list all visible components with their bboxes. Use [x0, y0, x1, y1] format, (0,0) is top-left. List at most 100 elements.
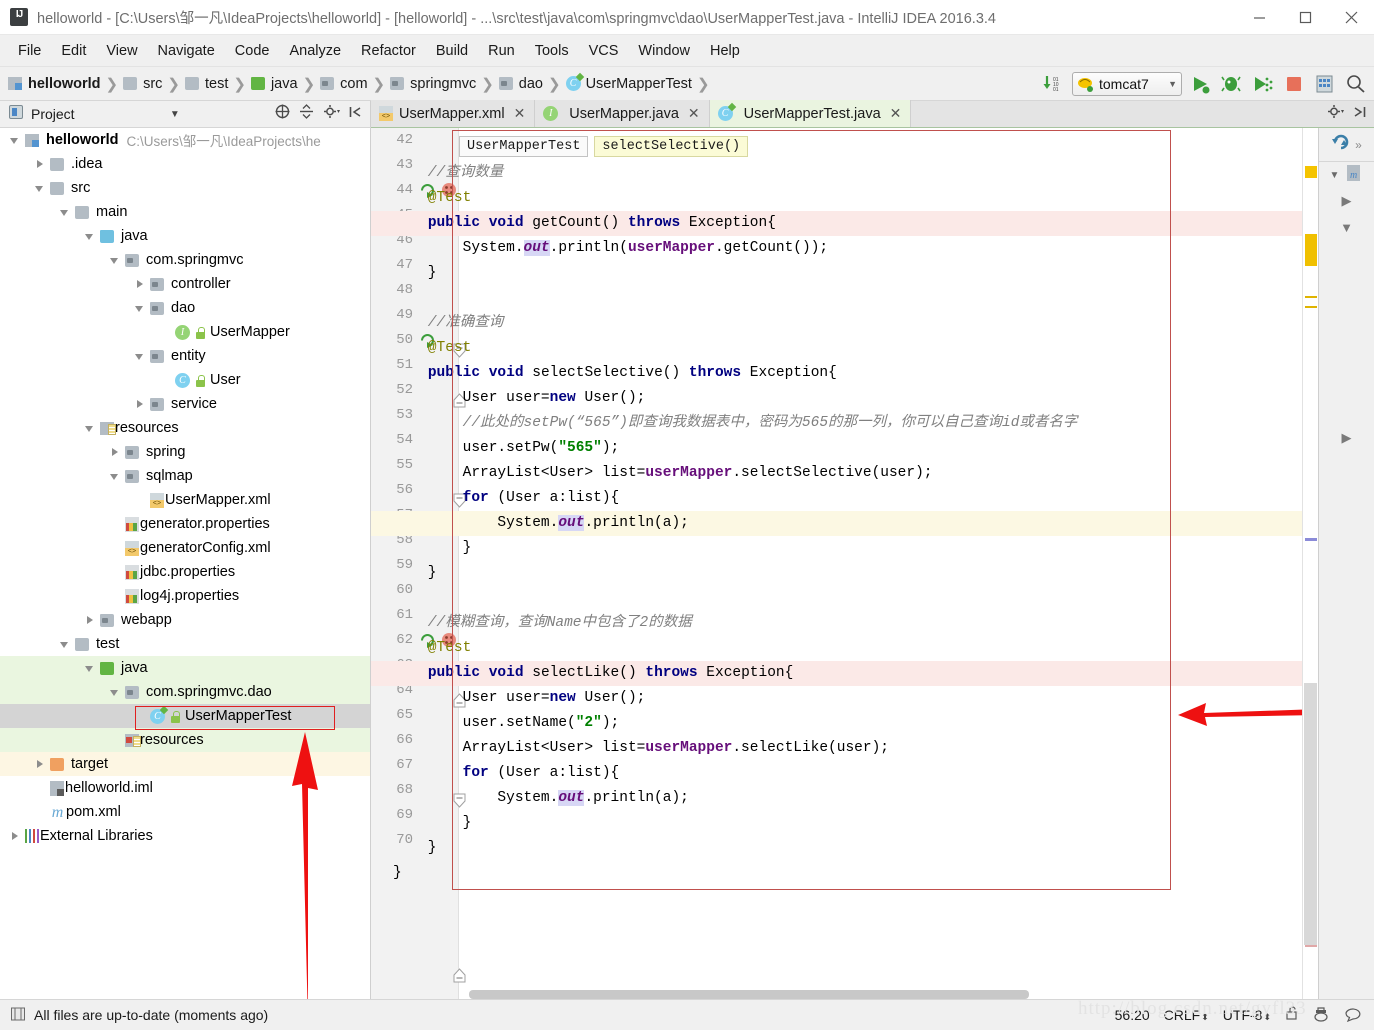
caret-position[interactable]: 56:20	[1115, 1007, 1150, 1023]
chevron-right-icon[interactable]: ▶	[1342, 193, 1352, 209]
tree-row-entity[interactable]: entity	[0, 344, 370, 368]
code-line-65[interactable]: ArrayList<User> list=userMapper.selectLi…	[371, 736, 1302, 761]
run-with-coverage-icon[interactable]	[1251, 72, 1275, 96]
menu-analyze[interactable]: Analyze	[279, 40, 351, 62]
editor-vertical-scrollbar[interactable]	[1304, 683, 1317, 945]
tree-toggle-closed-icon[interactable]	[33, 157, 47, 171]
code-line-48[interactable]: //准确查询	[371, 311, 1302, 336]
chevron-right-icon[interactable]: ▶	[1342, 430, 1352, 446]
chevron-down-icon[interactable]: ▼	[1330, 170, 1340, 181]
tab-close-icon[interactable]: ✕	[688, 105, 700, 122]
code-line-56[interactable]: System.out.println(a);	[371, 511, 1302, 536]
tree-toggle-open-icon[interactable]	[108, 469, 122, 483]
code-line-61[interactable]: @Test	[371, 636, 1302, 661]
hide-panel-icon[interactable]	[1352, 105, 1366, 124]
editor-marker-strip[interactable]	[1302, 128, 1318, 1008]
tree-row-helloworld[interactable]: helloworld C:\Users\邹一凡\IdeaProjects\he	[0, 128, 370, 152]
tree-toggle-open-icon[interactable]	[83, 661, 97, 675]
tree-row-external-libraries[interactable]: External Libraries	[0, 824, 370, 848]
tree-row-usermapper-xml[interactable]: UserMapper.xml	[0, 488, 370, 512]
tree-toggle-closed-icon[interactable]	[133, 397, 147, 411]
project-view-chevron-down-icon[interactable]: ▼	[170, 109, 180, 120]
code-line-60[interactable]: //模糊查询，查询Name中包含了2的数据	[371, 611, 1302, 636]
code-line-57[interactable]: }	[371, 536, 1302, 561]
debug-icon[interactable]	[1220, 72, 1244, 96]
tree-toggle-open-icon[interactable]	[58, 205, 72, 219]
tree-row-user[interactable]: C User	[0, 368, 370, 392]
code-editor[interactable]: 4243444546474849505152535455565758596061…	[371, 128, 1319, 999]
code-line-51[interactable]: User user=new User();	[371, 386, 1302, 411]
menu-vcs[interactable]: VCS	[579, 40, 629, 62]
tree-toggle-open-icon[interactable]	[108, 685, 122, 699]
tree-row-main[interactable]: main	[0, 200, 370, 224]
tab-usermapper-java[interactable]: I UserMapper.java ✕	[535, 100, 710, 127]
tree-row-com-springmvc[interactable]: com.springmvc	[0, 248, 370, 272]
tree-toggle-open-icon[interactable]	[8, 133, 22, 147]
code-line-67[interactable]: System.out.println(a);	[371, 786, 1302, 811]
breadcrumb-item-java[interactable]: java	[250, 76, 298, 92]
tree-toggle-open-icon[interactable]	[133, 301, 147, 315]
code-line-62[interactable]: public void selectLike() throws Exceptio…	[371, 661, 1302, 686]
code-line-55[interactable]: for (User a:list){	[371, 486, 1302, 511]
warning-marker[interactable]	[1305, 234, 1317, 266]
tree-row--idea[interactable]: .idea	[0, 152, 370, 176]
collapse-all-icon[interactable]	[299, 104, 314, 124]
tree-toggle-open-icon[interactable]	[133, 349, 147, 363]
menu-file[interactable]: File	[8, 40, 51, 62]
database-tab[interactable]: ▶	[1319, 425, 1374, 451]
tree-toggle-closed-icon[interactable]	[8, 829, 22, 843]
menu-edit[interactable]: Edit	[51, 40, 96, 62]
tree-toggle-open-icon[interactable]	[33, 181, 47, 195]
tree-row-resources[interactable]: resources	[0, 416, 370, 440]
code-line-52[interactable]: //此处的setPw(“565”)即查询我数据表中，密码为565的那一列，你可以…	[371, 411, 1302, 436]
tree-row-helloworld-iml[interactable]: helloworld.iml	[0, 776, 370, 800]
code-line-70[interactable]: }	[371, 861, 1302, 886]
ant-build-tab[interactable]: ▶	[1319, 188, 1374, 214]
settings-gear-icon[interactable]	[1327, 104, 1344, 124]
minimize-button[interactable]	[1236, 0, 1282, 35]
tree-toggle-closed-icon[interactable]	[83, 613, 97, 627]
menu-build[interactable]: Build	[426, 40, 478, 62]
menu-tools[interactable]: Tools	[525, 40, 579, 62]
code-line-68[interactable]: }	[371, 811, 1302, 836]
code-breadcrumb-method[interactable]: selectSelective()	[594, 136, 749, 157]
warning-marker[interactable]	[1305, 296, 1317, 298]
menu-view[interactable]: View	[96, 40, 147, 62]
close-button[interactable]	[1328, 0, 1374, 35]
breadcrumb-item-dao[interactable]: dao	[498, 76, 543, 92]
stop-icon[interactable]	[1282, 72, 1306, 96]
code-line-50[interactable]: public void selectSelective() throws Exc…	[371, 361, 1302, 386]
tree-toggle-open-icon[interactable]	[58, 637, 72, 651]
editor-horizontal-scrollbar[interactable]	[469, 990, 1029, 999]
tree-row-dao[interactable]: dao	[0, 296, 370, 320]
unlocked-icon[interactable]	[1285, 1006, 1298, 1024]
warning-marker[interactable]	[1305, 306, 1317, 308]
code-line-46[interactable]: }	[371, 261, 1302, 286]
tab-close-icon[interactable]: ✕	[514, 105, 526, 122]
tree-row-com-springmvc-dao[interactable]: com.springmvc.dao	[0, 680, 370, 704]
breadcrumb-item-com[interactable]: com	[320, 76, 368, 92]
maximize-button[interactable]	[1282, 0, 1328, 35]
tree-row-jdbc-properties[interactable]: jdbc.properties	[0, 560, 370, 584]
expand-strip-icon[interactable]: »	[1355, 138, 1362, 152]
breadcrumb-item-usermappertest[interactable]: C UserMapperTest	[565, 76, 692, 92]
code-line-66[interactable]: for (User a:list){	[371, 761, 1302, 786]
code-line-59[interactable]	[371, 586, 1302, 611]
run-icon[interactable]	[1189, 72, 1213, 96]
tree-toggle-closed-icon[interactable]	[108, 445, 122, 459]
tree-row-pom-xml[interactable]: m pom.xml	[0, 800, 370, 824]
maven-projects-tab[interactable]: ▼	[1319, 214, 1374, 240]
code-line-49[interactable]: @Test	[371, 336, 1302, 361]
tree-row-src[interactable]: src	[0, 176, 370, 200]
code-line-43[interactable]: @Test	[371, 186, 1302, 211]
menu-window[interactable]: Window	[628, 40, 700, 62]
code-line-63[interactable]: User user=new User();	[371, 686, 1302, 711]
tree-row-service[interactable]: service	[0, 392, 370, 416]
update-project-icon[interactable]: 01 10 01	[1041, 72, 1065, 96]
tree-row-webapp[interactable]: webapp	[0, 608, 370, 632]
tree-toggle-closed-icon[interactable]	[33, 757, 47, 771]
tree-row-java[interactable]: java	[0, 656, 370, 680]
code-line-69[interactable]: }	[371, 836, 1302, 861]
warning-marker[interactable]	[1305, 166, 1317, 178]
breadcrumb-item-src[interactable]: src	[123, 76, 162, 92]
